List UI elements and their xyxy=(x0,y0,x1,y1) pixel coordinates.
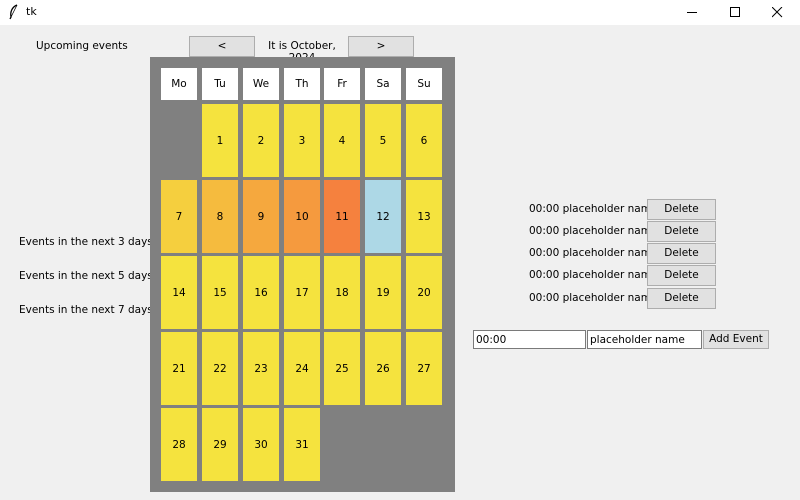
minimize-button[interactable] xyxy=(673,0,713,25)
next-7-days-label: Events in the next 7 days: xyxy=(19,304,157,316)
next-month-button[interactable]: > xyxy=(348,36,414,57)
calendar-day[interactable]: 5 xyxy=(365,104,401,177)
calendar-day[interactable]: 28 xyxy=(161,408,197,481)
calendar-day[interactable]: 2 xyxy=(243,104,279,177)
event-text: 00:00 placeholder name xyxy=(529,203,658,215)
window-title: tk xyxy=(26,5,37,18)
title-bar: tk xyxy=(0,0,800,25)
calendar-day[interactable]: 11 xyxy=(324,180,360,253)
calendar-day[interactable]: 13 xyxy=(406,180,442,253)
event-row: 00:00 placeholder name Delete xyxy=(529,265,716,286)
weekday-header: Mo xyxy=(161,68,197,100)
event-row: 00:00 placeholder name Delete xyxy=(529,288,716,309)
calendar-day[interactable]: 8 xyxy=(202,180,238,253)
event-text: 00:00 placeholder name xyxy=(529,292,658,304)
minimize-icon xyxy=(687,12,697,13)
calendar-day[interactable]: 20 xyxy=(406,256,442,329)
calendar-day[interactable]: 1 xyxy=(202,104,238,177)
prev-month-button[interactable]: < xyxy=(189,36,255,57)
calendar-day[interactable]: 31 xyxy=(284,408,320,481)
weekday-header: Su xyxy=(406,68,442,100)
event-text: 00:00 placeholder name xyxy=(529,247,658,259)
calendar-day[interactable]: 7 xyxy=(161,180,197,253)
calendar-day[interactable]: 25 xyxy=(324,332,360,405)
delete-event-button[interactable]: Delete xyxy=(647,265,716,286)
calendar-day[interactable]: 3 xyxy=(284,104,320,177)
maximize-button[interactable] xyxy=(716,0,756,25)
event-row: 00:00 placeholder name Delete xyxy=(529,199,716,220)
event-text: 00:00 placeholder name xyxy=(529,225,658,237)
calendar-day[interactable]: 4 xyxy=(324,104,360,177)
calendar-day[interactable]: 30 xyxy=(243,408,279,481)
event-row: 00:00 placeholder name Delete xyxy=(529,243,716,264)
calendar-day[interactable]: 15 xyxy=(202,256,238,329)
weekday-header: Fr xyxy=(324,68,360,100)
feather-icon xyxy=(9,4,18,20)
delete-event-button[interactable]: Delete xyxy=(647,199,716,220)
next-5-days-label: Events in the next 5 days: xyxy=(19,270,157,282)
close-button[interactable] xyxy=(758,0,798,25)
calendar-day[interactable]: 29 xyxy=(202,408,238,481)
weekday-header: Th xyxy=(284,68,320,100)
calendar-day[interactable]: 10 xyxy=(284,180,320,253)
calendar-grid: Mo Tu We Th Fr Sa Su 1 2 3 4 5 6 7 8 9 10 11 12 13 14 15 16 17 1… xyxy=(150,57,455,492)
event-row: 00:00 placeholder name Delete xyxy=(529,221,716,242)
weekday-header: Tu xyxy=(202,68,238,100)
close-icon xyxy=(772,7,783,18)
delete-event-button[interactable]: Delete xyxy=(647,221,716,242)
calendar-day[interactable]: 23 xyxy=(243,332,279,405)
calendar-day[interactable]: 19 xyxy=(365,256,401,329)
calendar-day[interactable]: 21 xyxy=(161,332,197,405)
calendar-day[interactable]: 6 xyxy=(406,104,442,177)
next-3-days-label: Events in the next 3 days: xyxy=(19,236,157,248)
calendar-day[interactable]: 18 xyxy=(324,256,360,329)
weekday-header: We xyxy=(243,68,279,100)
calendar-day[interactable]: 24 xyxy=(284,332,320,405)
calendar-day[interactable]: 22 xyxy=(202,332,238,405)
maximize-icon xyxy=(730,7,740,17)
event-name-input[interactable] xyxy=(587,330,702,349)
delete-event-button[interactable]: Delete xyxy=(647,243,716,264)
weekday-header: Sa xyxy=(365,68,401,100)
time-input[interactable] xyxy=(473,330,586,349)
calendar-day[interactable]: 12 xyxy=(365,180,401,253)
calendar-day[interactable]: 9 xyxy=(243,180,279,253)
add-event-button[interactable]: Add Event xyxy=(703,330,769,349)
upcoming-events-label: Upcoming events xyxy=(36,40,128,52)
calendar-day[interactable]: 17 xyxy=(284,256,320,329)
event-text: 00:00 placeholder name xyxy=(529,269,658,281)
calendar-day[interactable]: 14 xyxy=(161,256,197,329)
calendar-day[interactable]: 16 xyxy=(243,256,279,329)
delete-event-button[interactable]: Delete xyxy=(647,288,716,309)
calendar-day[interactable]: 27 xyxy=(406,332,442,405)
calendar-day[interactable]: 26 xyxy=(365,332,401,405)
